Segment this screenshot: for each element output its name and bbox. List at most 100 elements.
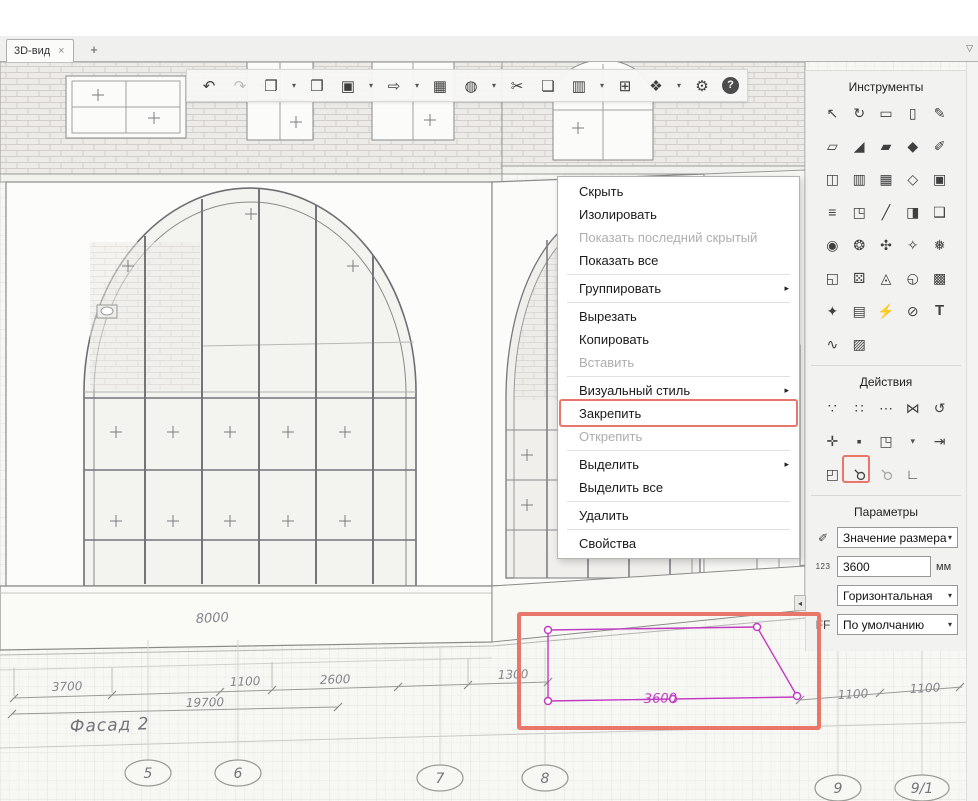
collaboration-icon[interactable]: ◍ xyxy=(457,77,485,95)
menu-item-pin[interactable]: Закрепить xyxy=(558,402,799,425)
pen-tool-icon[interactable]: ✎ xyxy=(928,101,952,125)
panel-tool-icon[interactable]: ▤ xyxy=(847,299,871,323)
dimension-value-input[interactable] xyxy=(837,556,931,577)
floor-tool-icon[interactable]: ▱ xyxy=(820,134,844,158)
add-tab-button[interactable]: + xyxy=(84,41,104,59)
ramp-tool-icon[interactable]: ▰ xyxy=(874,134,898,158)
menu-item-delete[interactable]: Удалить xyxy=(558,504,799,527)
save-dropdown-icon[interactable]: ▾ xyxy=(365,81,377,90)
mirror-icon[interactable]: ⋈ xyxy=(901,396,925,420)
windows-icon[interactable]: ❖ xyxy=(642,77,670,95)
collapse-panel-button[interactable]: ◂ xyxy=(794,595,806,611)
text-tool-icon[interactable]: T xyxy=(928,299,952,323)
column-tool-icon[interactable]: ▯ xyxy=(901,101,925,125)
window-tool-icon[interactable]: ◫ xyxy=(820,167,844,191)
unpin-icon[interactable]: ⚲ xyxy=(869,457,903,491)
paint-icon[interactable]: ▪ xyxy=(847,429,871,453)
roof-tool-icon[interactable]: ◢ xyxy=(847,134,871,158)
tab-close-icon[interactable]: × xyxy=(58,45,64,57)
image-tool-icon[interactable]: ▣ xyxy=(928,167,952,191)
dimension-type-select[interactable]: Значение размера ▾ xyxy=(837,527,958,548)
duct-tool-icon[interactable]: ✣ xyxy=(874,233,898,257)
dimension-node[interactable] xyxy=(794,693,801,700)
stair-tool-icon[interactable]: ≡ xyxy=(820,200,844,224)
paste-dropdown-icon[interactable]: ▾ xyxy=(596,81,608,90)
light-tool-icon[interactable]: ✦ xyxy=(820,299,844,323)
dimension-style-value: По умолчанию xyxy=(843,618,924,632)
beam-tool-icon[interactable]: ◨ xyxy=(901,200,925,224)
cut-icon[interactable]: ✂ xyxy=(503,77,531,95)
menu-item-hide[interactable]: Скрыть xyxy=(558,180,799,203)
wall-tool-icon[interactable]: ▭ xyxy=(874,101,898,125)
save-icon[interactable]: ▣ xyxy=(334,77,362,95)
menu-item-isolate[interactable]: Изолировать xyxy=(558,203,799,226)
assembly-tool-icon[interactable]: ⚄ xyxy=(847,266,871,290)
menu-item-select-all[interactable]: Выделить все xyxy=(558,476,799,499)
menu-item-select[interactable]: Выделить ▸ xyxy=(558,453,799,476)
rotate-action-icon[interactable]: ↺ xyxy=(928,396,952,420)
menu-item-visual-style[interactable]: Визуальный стиль ▸ xyxy=(558,379,799,402)
menu-item-copy[interactable]: Копировать xyxy=(558,328,799,351)
attach-icon[interactable]: ◰ xyxy=(820,462,844,486)
wire-tool-icon[interactable]: ❅ xyxy=(928,233,952,257)
truss-tool-icon[interactable]: ◇ xyxy=(901,167,925,191)
opening-tool-icon[interactable]: ◳ xyxy=(847,200,871,224)
plumbing-tool-icon[interactable]: ◉ xyxy=(820,233,844,257)
railing-tool-icon[interactable]: ▦ xyxy=(874,167,898,191)
duplicate-icon[interactable]: ◳ xyxy=(874,429,898,453)
plate-tool-icon[interactable]: ◆ xyxy=(901,134,925,158)
pipe-tool-icon[interactable]: ✧ xyxy=(901,233,925,257)
redo-icon[interactable]: ↷ xyxy=(226,77,254,95)
visual-style-icon[interactable]: ❐ xyxy=(257,77,285,95)
help-icon[interactable]: ? xyxy=(722,77,739,94)
right-scrollbar[interactable] xyxy=(966,62,978,801)
actions-more-dropdown-icon[interactable]: ▾ xyxy=(901,429,925,453)
measure-icon[interactable]: ⇥ xyxy=(928,429,952,453)
tab-3d-view[interactable]: 3D-вид × xyxy=(6,39,74,62)
rotate-tool-icon[interactable]: ↻ xyxy=(847,101,871,125)
menu-item-group[interactable]: Группировать ▸ xyxy=(558,277,799,300)
array-icon[interactable]: ⋯ xyxy=(874,396,898,420)
line-tool-icon[interactable]: ╱ xyxy=(874,200,898,224)
tab-scroll-icon[interactable]: ▽ xyxy=(966,43,973,54)
move-icon[interactable]: ✛ xyxy=(820,429,844,453)
spline-tool-icon[interactable]: ∿ xyxy=(820,332,844,356)
select-tool-icon[interactable]: ↖ xyxy=(820,101,844,125)
marker-tool-icon[interactable]: ✐ xyxy=(928,134,952,158)
space-tool-icon[interactable]: ◱ xyxy=(820,266,844,290)
isometry-tool-icon[interactable]: ◬ xyxy=(874,266,898,290)
export-icon[interactable]: ⇨ xyxy=(380,77,408,95)
axis-tool-icon[interactable]: ⊘ xyxy=(901,299,925,323)
equipment-tool-icon[interactable]: ❂ xyxy=(847,233,871,257)
transfer-styles-icon[interactable]: ⊞ xyxy=(611,77,639,95)
undo-icon[interactable]: ↶ xyxy=(195,77,223,95)
level-icon[interactable]: ∟ xyxy=(901,462,925,486)
actions-section-title: Действия xyxy=(806,375,966,389)
edit-nodes-icon[interactable]: ∵ xyxy=(820,396,844,420)
export-dropdown-icon[interactable]: ▾ xyxy=(411,81,423,90)
dimension-style-select[interactable]: По умолчанию ▾ xyxy=(837,614,958,635)
menu-item-properties[interactable]: Свойства xyxy=(558,532,799,555)
menu-item-show-all[interactable]: Показать все xyxy=(558,249,799,272)
hatch-region-tool-icon[interactable]: ▩ xyxy=(928,266,952,290)
total-dim-label: 19700 xyxy=(186,695,225,710)
visual-style-dropdown-icon[interactable]: ▾ xyxy=(288,81,300,90)
door-tool-icon[interactable]: ▥ xyxy=(847,167,871,191)
dimension-node[interactable] xyxy=(754,624,761,631)
dimension-node[interactable] xyxy=(545,698,552,705)
copy-icon[interactable]: ❏ xyxy=(534,77,562,95)
print-icon[interactable]: ▦ xyxy=(426,77,454,95)
windows-dropdown-icon[interactable]: ▾ xyxy=(673,81,685,90)
section-tool-icon[interactable]: ◵ xyxy=(901,266,925,290)
orientation-select[interactable]: Горизонтальная ▾ xyxy=(837,585,958,606)
menu-item-cut[interactable]: Вырезать xyxy=(558,305,799,328)
spacing-icon[interactable]: ∷ xyxy=(847,396,871,420)
electric-tool-icon[interactable]: ⚡ xyxy=(874,299,898,323)
hatch-tool-icon[interactable]: ▨ xyxy=(847,332,871,356)
dimension-node[interactable] xyxy=(545,627,552,634)
open-project-icon[interactable]: ❒ xyxy=(303,77,331,95)
collaboration-dropdown-icon[interactable]: ▾ xyxy=(488,81,500,90)
paste-icon[interactable]: ▥ xyxy=(565,77,593,95)
group-tool-icon[interactable]: ❑ xyxy=(928,200,952,224)
settings-wrench-icon[interactable]: ⚙ xyxy=(688,77,716,95)
